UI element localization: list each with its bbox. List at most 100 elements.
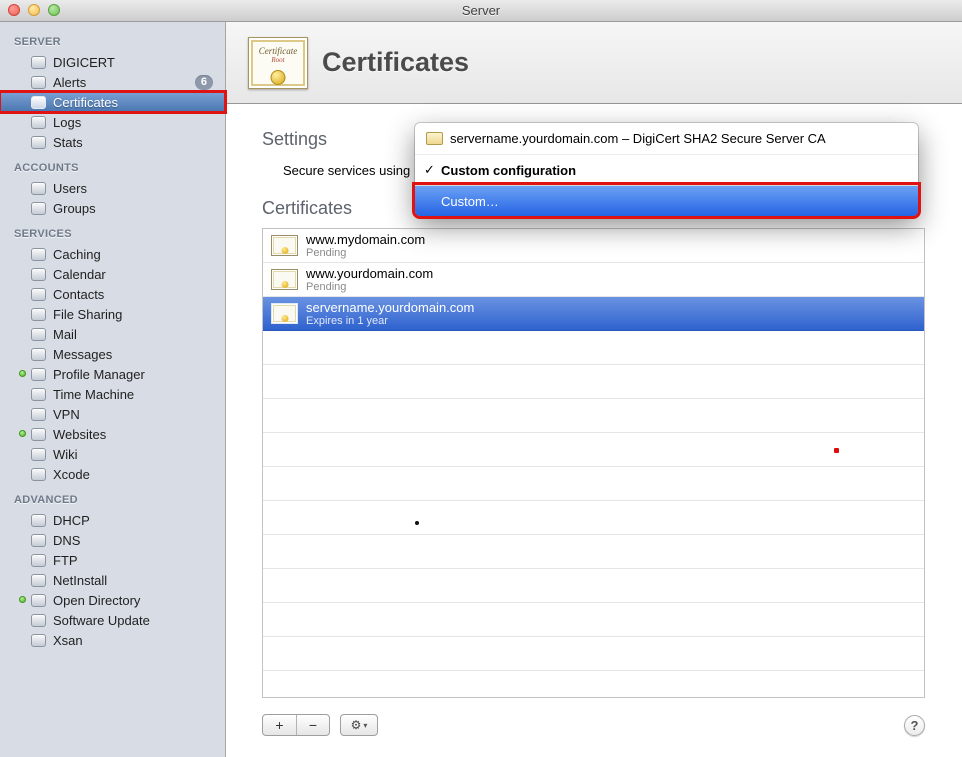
add-button[interactable]: + (263, 715, 296, 735)
certificate-row[interactable]: servername.yourdomain.comExpires in 1 ye… (263, 297, 924, 331)
xsan-icon (31, 634, 46, 647)
gear-icon: ⚙ (351, 718, 362, 732)
sidebar-item-messages[interactable]: Messages (0, 344, 225, 364)
time-machine-icon (31, 388, 46, 401)
ftp-icon (31, 554, 46, 567)
sidebar-item-time-machine[interactable]: Time Machine (0, 384, 225, 404)
page-title: Certificates (322, 47, 469, 78)
titlebar: Server (0, 0, 962, 22)
empty-row (263, 569, 924, 603)
sidebar-item-dhcp[interactable]: DHCP (0, 510, 225, 530)
server-icon (31, 56, 46, 69)
main-header: Certificate Root Certificates (226, 22, 962, 104)
certificate-name: servername.yourdomain.com (306, 300, 474, 315)
netinstall-icon (31, 574, 46, 587)
sidebar-item-label: DIGICERT (53, 55, 115, 70)
sidebar-section-accounts: ACCOUNTSUsersGroups (0, 161, 225, 218)
sidebar-item-certificates[interactable]: Certificates (0, 92, 225, 112)
logs-icon (31, 116, 46, 129)
mail-icon (31, 328, 46, 341)
sidebar-item-label: Websites (53, 427, 106, 442)
empty-row (263, 399, 924, 433)
menu-item-custom[interactable]: Custom… (415, 185, 918, 216)
sidebar-item-caching[interactable]: Caching (0, 244, 225, 264)
stats-icon (31, 136, 46, 149)
menu-item-servername-yourdomain-com-digicert-sha2-secure-server-ca[interactable]: servername.yourdomain.com – DigiCert SHA… (415, 123, 918, 154)
sidebar-item-contacts[interactable]: Contacts (0, 284, 225, 304)
sidebar-item-label: NetInstall (53, 573, 107, 588)
sidebar-section-title: ACCOUNTS (0, 161, 225, 178)
certificate-name: www.mydomain.com (306, 232, 425, 247)
sidebar-item-label: Stats (53, 135, 83, 150)
sidebar-item-xsan[interactable]: Xsan (0, 630, 225, 650)
empty-row (263, 501, 924, 535)
caching-icon (31, 248, 46, 261)
menu-item-label: Custom configuration (441, 163, 576, 178)
sidebar: SERVERDIGICERTAlerts6CertificatesLogsSta… (0, 22, 226, 757)
sidebar-section-title: ADVANCED (0, 493, 225, 510)
sidebar-item-label: Contacts (53, 287, 104, 302)
calendar-icon (31, 268, 46, 281)
sidebar-item-alerts[interactable]: Alerts6 (0, 72, 225, 92)
sidebar-item-xcode[interactable]: Xcode (0, 464, 225, 484)
secure-services-label: Secure services using (283, 163, 410, 178)
add-remove-segmented-control: + − (262, 714, 330, 736)
certificate-icon (271, 303, 298, 324)
alerts-badge: 6 (195, 75, 213, 90)
certificate-icon-sub: Root (249, 56, 307, 64)
sidebar-item-digicert[interactable]: DIGICERT (0, 52, 225, 72)
sidebar-item-label: Messages (53, 347, 112, 362)
status-dot (19, 596, 26, 603)
action-menu-button[interactable]: ⚙ ▾ (340, 714, 378, 736)
software-update-icon (31, 614, 46, 627)
sidebar-item-stats[interactable]: Stats (0, 132, 225, 152)
sidebar-item-label: Caching (53, 247, 101, 262)
sidebar-item-mail[interactable]: Mail (0, 324, 225, 344)
sidebar-section-advanced: ADVANCEDDHCP DNS FTP NetInstall Open Directo… (0, 493, 225, 650)
websites-icon (31, 428, 46, 441)
settings-section-title: Settings (262, 129, 327, 150)
help-button[interactable]: ? (904, 715, 925, 736)
users-icon (31, 182, 46, 195)
certificate-row[interactable]: www.yourdomain.comPending (263, 263, 924, 297)
remove-button[interactable]: − (296, 715, 329, 735)
sidebar-item-software-update[interactable]: Software Update (0, 610, 225, 630)
sidebar-item-label: Time Machine (53, 387, 134, 402)
certificate-icon (271, 235, 298, 256)
sidebar-item-users[interactable]: Users (0, 178, 225, 198)
sidebar-item-groups[interactable]: Groups (0, 198, 225, 218)
sidebar-item-ftp[interactable]: FTP (0, 550, 225, 570)
sidebar-item-profile-manager[interactable]: Profile Manager (0, 364, 225, 384)
menu-item-custom-configuration[interactable]: ✓Custom configuration (415, 154, 918, 185)
sidebar-item-dns[interactable]: DNS (0, 530, 225, 550)
wiki-icon (31, 448, 46, 461)
sidebar-item-label: Logs (53, 115, 81, 130)
sidebar-item-calendar[interactable]: Calendar (0, 264, 225, 284)
menu-item-label: servername.yourdomain.com – DigiCert SHA… (450, 131, 826, 146)
certificates-section-title: Certificates (262, 198, 352, 219)
certificate-row[interactable]: www.mydomain.comPending (263, 229, 924, 263)
certificates-icon (31, 96, 46, 109)
sidebar-item-label: Xcode (53, 467, 90, 482)
sidebar-section-server: SERVERDIGICERTAlerts6CertificatesLogsSta… (0, 35, 225, 152)
sidebar-item-label: Certificates (53, 95, 118, 110)
server-app-window: Server SERVERDIGICERTAlerts6Certificates… (0, 0, 962, 757)
empty-row (263, 535, 924, 569)
sidebar-item-vpn[interactable]: VPN (0, 404, 225, 424)
empty-row (263, 603, 924, 637)
sidebar-item-websites[interactable]: Websites (0, 424, 225, 444)
certificate-status: Pending (306, 247, 425, 260)
annotation-red-dot (834, 448, 839, 453)
empty-row (263, 331, 924, 365)
certificate-small-icon (426, 132, 443, 145)
sidebar-item-netinstall[interactable]: NetInstall (0, 570, 225, 590)
sidebar-item-logs[interactable]: Logs (0, 112, 225, 132)
sidebar-item-label: Wiki (53, 447, 78, 462)
messages-icon (31, 348, 46, 361)
sidebar-item-file-sharing[interactable]: File Sharing (0, 304, 225, 324)
sidebar-item-label: DNS (53, 533, 80, 548)
sidebar-item-open-directory[interactable]: Open Directory (0, 590, 225, 610)
menu-item-label: Custom… (441, 194, 499, 209)
empty-row (263, 637, 924, 671)
sidebar-item-wiki[interactable]: Wiki (0, 444, 225, 464)
